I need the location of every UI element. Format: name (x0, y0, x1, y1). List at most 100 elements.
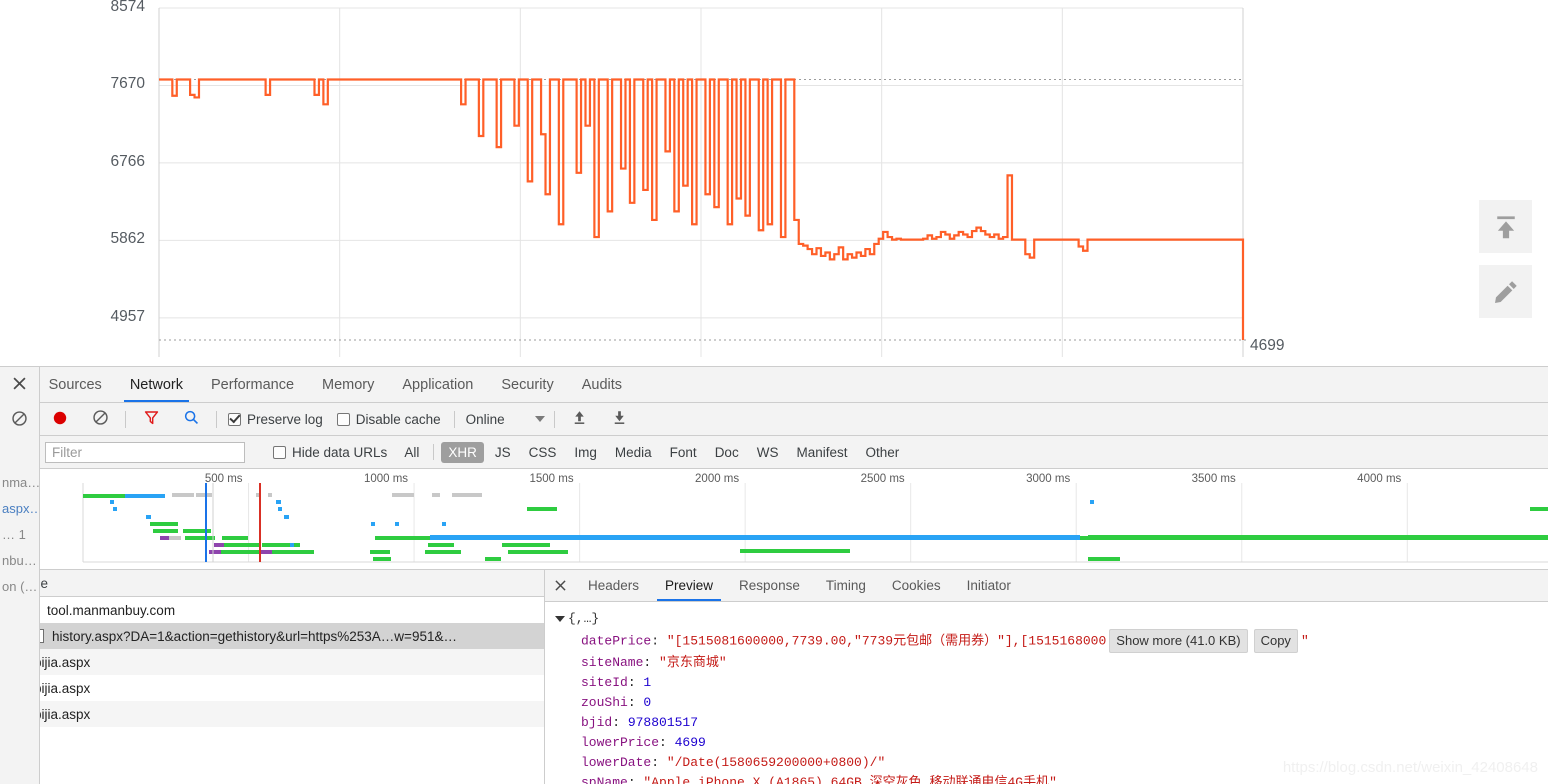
json-value: 978801517 (627, 715, 699, 730)
type-filter-media[interactable]: Media (608, 442, 659, 463)
overview-tick: 2500 ms (860, 473, 905, 485)
file-icon (14, 681, 26, 695)
type-filter-xhr[interactable]: XHR (441, 441, 484, 463)
table-row[interactable]: bijia.aspx (0, 701, 544, 727)
detail-tabbar: Headers Preview Response Timing Cookies Initi… (545, 570, 1548, 602)
table-row[interactable]: tool.manmanbuy.com (0, 597, 544, 623)
pencil-icon (1492, 278, 1520, 306)
tab-sources[interactable]: Sources (35, 367, 116, 402)
json-colon: : (651, 755, 667, 770)
chart-canvas (158, 7, 1248, 357)
request-list: tool.manmanbuy.com history.aspx?DA=1&acti… (0, 597, 544, 784)
throttling-select[interactable]: Online (466, 412, 545, 427)
request-name: bijia.aspx (34, 706, 91, 722)
detail-tab-cookies[interactable]: Cookies (879, 570, 954, 601)
network-overview-timeline[interactable]: 500 ms 1000 ms 1500 ms 2000 ms 2500 ms 3000 m… (0, 469, 1548, 570)
tab-label: sole (0, 376, 21, 393)
overview-tick: 2000 ms (695, 473, 740, 485)
tab-performance[interactable]: Performance (197, 367, 308, 402)
type-filter-js[interactable]: JS (488, 442, 518, 463)
throttling-value: Online (465, 411, 505, 427)
detail-tab-response[interactable]: Response (726, 570, 813, 601)
json-field-lines: datePrice: "[1515081600000,7739.00,"7739… (555, 629, 1548, 784)
type-filter-manifest[interactable]: Manifest (789, 442, 854, 463)
arrow-up-to-bar-icon (1491, 212, 1521, 242)
close-detail-button[interactable] (545, 570, 575, 601)
disable-cache-checkbox[interactable]: Disable cache (336, 412, 441, 427)
json-value: 4699 (674, 735, 706, 750)
json-colon: : (659, 735, 675, 750)
preserve-log-label: Preserve log (247, 411, 323, 427)
json-colon: : (612, 715, 628, 730)
table-row[interactable]: bijia.aspx (0, 649, 544, 675)
json-key: spName (581, 775, 628, 784)
json-colon: : (643, 655, 660, 670)
json-key: datePrice (581, 633, 652, 649)
clear-button[interactable] (80, 403, 120, 436)
file-icon (32, 629, 44, 643)
tab-network[interactable]: Network (116, 367, 197, 402)
detail-tab-headers[interactable]: Headers (575, 570, 652, 601)
detail-tab-preview[interactable]: Preview (652, 570, 726, 601)
folder-icon (27, 604, 39, 616)
json-field-row: zouShi: 0 (555, 693, 1548, 713)
tab-memory[interactable]: Memory (308, 367, 388, 402)
json-value-suffix: " (1300, 633, 1309, 649)
overview-tick: 500 ms (204, 473, 243, 485)
export-har-button[interactable] (600, 403, 640, 436)
lowest-price-label: 4699 (1250, 337, 1285, 354)
tab-sole[interactable]: sole (0, 367, 35, 402)
resource-type-chips: All XHR JS CSS Img Media Font Doc WS Manifest Othe… (395, 441, 908, 463)
json-key: siteName (581, 655, 644, 670)
request-name: history.aspx?DA=1&action=gethistory&url=… (52, 628, 457, 644)
file-icon (14, 655, 26, 669)
detail-tabs: Headers Preview Response Timing Cookies Initi… (575, 570, 1024, 601)
separator (433, 444, 435, 460)
scroll-to-top-button[interactable] (1479, 200, 1532, 253)
type-filter-font[interactable]: Font (663, 442, 704, 463)
json-root-row[interactable]: {,…} (555, 609, 1548, 629)
type-filter-all[interactable]: All (397, 442, 426, 463)
arrow-down-export-icon (611, 409, 628, 429)
tab-audits[interactable]: Audits (568, 367, 636, 402)
feedback-edit-button[interactable] (1479, 265, 1532, 318)
json-value: 0 (643, 695, 652, 710)
show-more-button[interactable]: Show more (41.0 KB) (1109, 629, 1248, 653)
clear-no-entry-icon (92, 409, 109, 429)
disable-cache-checkbox-box (336, 412, 350, 426)
chevron-down-icon[interactable] (10, 608, 20, 614)
import-har-button[interactable] (560, 403, 600, 436)
detail-tab-timing[interactable]: Timing (813, 570, 879, 601)
type-filter-img[interactable]: Img (567, 442, 604, 463)
json-key: lowerPrice (581, 735, 660, 750)
type-filter-ws[interactable]: WS (750, 442, 786, 463)
json-value: "京东商城" (659, 655, 727, 670)
tab-label: Network (129, 376, 183, 393)
tab-application[interactable]: Application (388, 367, 487, 402)
detail-tab-initiator[interactable]: Initiator (954, 570, 1024, 601)
search-button[interactable] (171, 403, 211, 436)
filter-toggle-button[interactable] (131, 403, 171, 436)
type-filter-doc[interactable]: Doc (708, 442, 746, 463)
copy-button[interactable]: Copy (1253, 629, 1298, 653)
json-key: zouShi (581, 695, 628, 710)
type-filter-other[interactable]: Other (858, 442, 906, 463)
request-detail-panel: Headers Preview Response Timing Cookies Initi… (545, 570, 1548, 784)
filter-input[interactable] (45, 441, 245, 463)
tab-label: Sources (48, 376, 102, 393)
overview-tick: 3000 ms (1026, 473, 1071, 485)
json-field-row: datePrice: "[1515081600000,7739.00,"7739… (555, 629, 1548, 653)
tab-label: Application (402, 376, 474, 393)
hide-data-urls-checkbox[interactable]: Hide data URLs (273, 445, 387, 460)
tab-security[interactable]: Security (487, 367, 567, 402)
type-filter-css[interactable]: CSS (522, 442, 564, 463)
tab-label: Memory (322, 376, 375, 393)
record-button[interactable] (40, 403, 80, 436)
table-row[interactable]: bijia.aspx (0, 675, 544, 701)
json-key: siteId (581, 675, 628, 690)
funnel-filter-icon (143, 409, 160, 429)
table-row[interactable]: history.aspx?DA=1&action=gethistory&url=… (0, 623, 544, 649)
preserve-log-checkbox[interactable]: Preserve log (228, 412, 323, 427)
devtools-tabbar: sole Sources Network Performance Memory Appli… (0, 367, 1548, 403)
request-list-header[interactable]: Name (0, 570, 544, 597)
